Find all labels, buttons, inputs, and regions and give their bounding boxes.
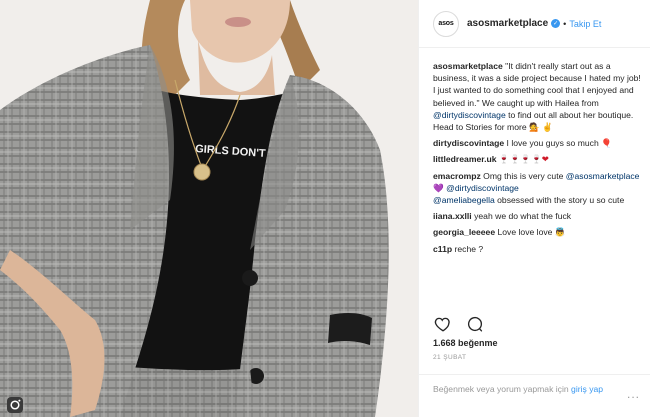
comment-text: Omg this is very cute [480, 170, 566, 181]
comment-icon[interactable] [465, 314, 485, 334]
post-username[interactable]: asosmarketplace [467, 18, 548, 29]
comment-author[interactable]: dirtydiscovintage [433, 138, 504, 148]
verified-badge-icon: ✓ [551, 19, 561, 28]
post-header: asos asosmarketplace ✓ • Takip Et [419, 0, 650, 48]
comment-author[interactable]: georgia_leeeee [433, 227, 495, 237]
photo-illustration: GIRLS DON'T CRY. [0, 0, 418, 417]
avatar[interactable]: asos [433, 10, 459, 37]
login-link[interactable]: giriş yap [571, 384, 603, 394]
instagram-icon [6, 396, 24, 414]
heart-icon[interactable] [433, 314, 453, 334]
comment-mention[interactable]: @asosmarketplace [566, 171, 640, 181]
list-item: georgia_leeeee Love love love 👼 [433, 226, 642, 238]
comment-text: yeah we do what the fuck [471, 211, 572, 222]
comment-text: obsessed with the story u so cute [494, 195, 625, 206]
caption: asosmarketplace "It didn't really start … [433, 60, 642, 133]
add-comment-placeholder: Beğenmek veya yorum yapmak için [433, 384, 572, 394]
post-photo[interactable]: GIRLS DON'T CRY. [0, 0, 418, 417]
more-options-icon[interactable]: ... [627, 388, 640, 400]
caption-author[interactable]: asosmarketplace [433, 61, 503, 71]
comments-list: asosmarketplace "It didn't really start … [433, 60, 642, 300]
list-item: c11p reche ? [433, 243, 642, 255]
caption-mention[interactable]: @dirtydiscovintage [433, 110, 506, 120]
list-item: emacrompz Omg this is very cute @asosmar… [433, 170, 642, 207]
list-item: littledreamer.uk 🍷🍷🍷🍷❤ [433, 153, 642, 165]
post-time: 21 şubat [433, 354, 467, 361]
comment-author[interactable]: iiana.xxlli [433, 211, 472, 221]
follow-separator: • [563, 18, 567, 29]
list-item: iiana.xxlli yeah we do what the fuck [433, 210, 642, 222]
likes-count[interactable]: 1.668 beğenme [433, 338, 498, 348]
comment-text: Love love love 👼 [495, 227, 566, 238]
comment-author[interactable]: c11p [433, 244, 452, 254]
follow-button[interactable]: Takip Et [569, 19, 601, 29]
post-side-panel: asos asosmarketplace ✓ • Takip Et asosma… [418, 0, 650, 417]
comment-author[interactable]: emacrompz [433, 171, 481, 181]
add-comment-text: Beğenmek veya yorum yapmak için giriş ya… [433, 383, 642, 395]
list-item: dirtydiscovintage I love you guys so muc… [433, 137, 642, 149]
post-actions [433, 314, 485, 334]
comment-mention[interactable]: @dirtydiscovintage [446, 183, 519, 193]
comment-emoji: 💜 [433, 182, 447, 193]
comment-author[interactable]: littledreamer.uk [433, 154, 497, 164]
comment-text: I love you guys so much 🎈 [504, 138, 612, 149]
add-comment-area: Beğenmek veya yorum yapmak için giriş ya… [419, 374, 650, 417]
comment-text: 🍷🍷🍷🍷❤ [496, 154, 549, 165]
comment-mention[interactable]: @ameliabegella [433, 195, 495, 205]
comment-text: reche ? [452, 243, 484, 254]
